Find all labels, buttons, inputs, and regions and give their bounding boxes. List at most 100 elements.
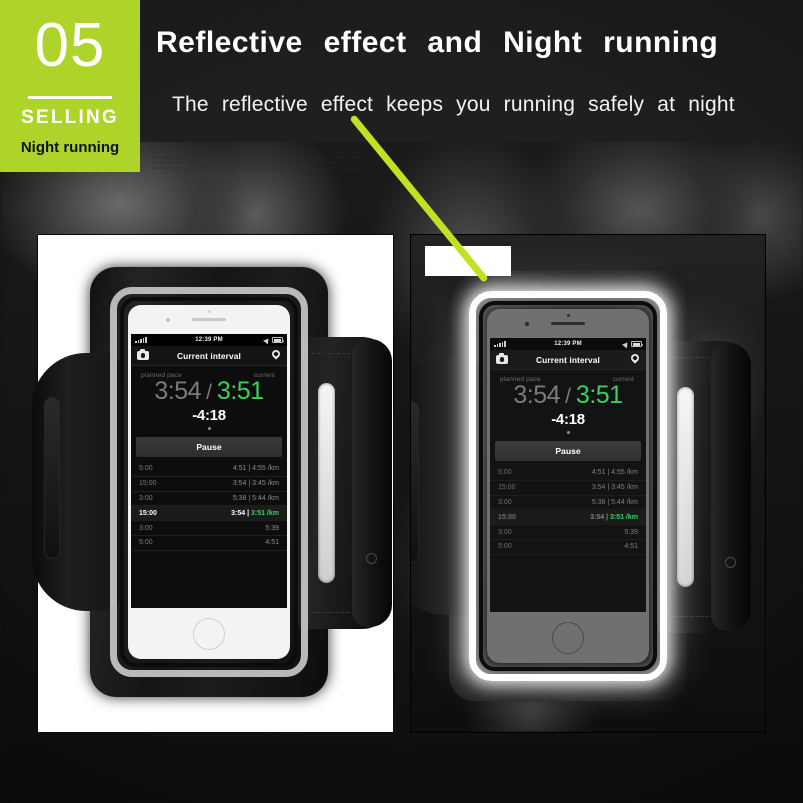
split-pace-current: 3:51 /km — [250, 509, 279, 517]
pace-separator: / — [565, 385, 571, 408]
battery-icon — [631, 341, 643, 347]
split-duration: 5:00 — [498, 543, 512, 551]
split-pace: 4:51 — [624, 543, 638, 551]
split-pace: 3:54 | 3:51 /km — [590, 513, 638, 521]
home-button-icon[interactable] — [552, 622, 584, 654]
split-row[interactable]: 3:00 5:38 | 5:44 /km — [131, 492, 287, 507]
split-duration: 15:00 — [139, 480, 157, 488]
split-row[interactable]: 5:00 4:51 | 4:55 /km — [131, 462, 287, 477]
split-duration: 15:00 — [139, 509, 157, 517]
map-pin-icon[interactable] — [629, 352, 641, 364]
split-duration: 3:00 — [139, 494, 153, 502]
split-duration: 3:00 — [498, 528, 512, 536]
splits-list: 5:00 4:51 | 4:55 /km 15:00 3:54 | 3:45 /km 3… — [490, 466, 646, 555]
badge-subtitle: Night running — [20, 139, 120, 156]
planned-pace-value: 3:54 — [154, 377, 202, 405]
front-camera-icon — [166, 318, 170, 322]
split-duration: 15:00 — [498, 484, 516, 492]
split-row[interactable]: 15:00 3:54 | 3:45 /km — [490, 481, 646, 496]
split-pace: 3:54 | 3:45 /km — [591, 484, 638, 492]
nav-title: Current interval — [536, 354, 600, 365]
pause-button[interactable]: Pause — [495, 441, 641, 461]
armband-rolled-edge — [711, 343, 751, 631]
split-row[interactable]: 3:00 5:39 — [131, 521, 287, 536]
armband-wing-slot — [44, 397, 60, 559]
earpiece-speaker — [192, 318, 226, 322]
camera-icon[interactable] — [137, 349, 149, 360]
page-indicator-dot[interactable] — [566, 431, 570, 434]
split-row[interactable]: 15:00 3:54 | 3:51 /km — [490, 510, 646, 526]
front-camera-icon — [525, 322, 529, 326]
split-pace: 5:38 | 5:44 /km — [591, 498, 638, 506]
status-bar-right — [621, 340, 643, 348]
pace-delta-value: -4:18 — [192, 407, 226, 424]
product-marketing-banner: the reflective material on the armband i… — [0, 0, 803, 803]
pace-delta-value: -4:18 — [551, 411, 585, 428]
phone-daylight: 12:39 PM Current interval planned pace c… — [128, 305, 290, 659]
pause-button[interactable]: Pause — [136, 437, 282, 457]
split-pace: 4:51 — [265, 539, 279, 547]
proximity-sensor-icon — [566, 314, 570, 317]
page-subtitle: The reflective effect keeps you running … — [172, 93, 735, 116]
split-duration: 5:00 — [498, 469, 512, 477]
armband-snap-button — [725, 557, 736, 568]
pace-block: planned pace current 3:54 / 3:51 -4:18 — [131, 366, 287, 432]
badge-divider — [28, 96, 112, 99]
split-row[interactable]: 15:00 3:54 | 3:45 /km — [131, 477, 287, 492]
app-nav-bar: Current interval — [131, 346, 287, 366]
pace-values: 3:54 / 3:51 — [139, 377, 279, 406]
split-pace: 3:54 | 3:45 /km — [232, 480, 279, 488]
split-row[interactable]: 3:00 5:38 | 5:44 /km — [490, 496, 646, 511]
fineprint-line-3: premium soft neoprene fabric is sweat pr… — [152, 166, 361, 171]
split-pace: 3:54 | 3:51 /km — [231, 509, 279, 517]
home-button-icon[interactable] — [193, 618, 225, 650]
page-indicator-dot[interactable] — [207, 427, 211, 430]
split-pace-current: 3:51 /km — [609, 513, 638, 521]
nav-title: Current interval — [177, 350, 241, 361]
earpiece-speaker — [551, 322, 585, 326]
pace-separator: / — [206, 381, 212, 404]
selling-point-badge: 05 SELLING Night running — [0, 0, 140, 172]
split-pace: 5:39 — [624, 528, 638, 536]
split-duration: 5:00 — [139, 539, 153, 547]
split-pace: 5:39 — [265, 524, 279, 532]
fineprint-block: the reflective material on the armband i… — [152, 155, 592, 179]
split-row[interactable]: 5:00 4:51 — [490, 540, 646, 555]
split-row[interactable]: 5:00 4:51 | 4:55 /km — [490, 466, 646, 481]
planned-pace-value: 3:54 — [513, 381, 561, 409]
split-duration: 15:00 — [498, 513, 516, 521]
armband-reflective-slot — [318, 383, 335, 583]
night-reflective-armband-panel: 12:39 PM Current interval planned pace c… — [410, 234, 766, 733]
armband-rolled-edge — [352, 339, 392, 627]
armband-reflective-slot — [677, 387, 694, 587]
proximity-sensor-icon — [207, 310, 211, 313]
split-row[interactable]: 3:00 5:39 — [490, 525, 646, 540]
status-bar-right — [262, 336, 284, 344]
badge-number: 05 — [34, 11, 106, 80]
status-bar: 12:39 PM — [131, 334, 287, 346]
armband-snap-button — [366, 553, 377, 564]
split-duration: 3:00 — [139, 524, 153, 532]
splits-list: 5:00 4:51 | 4:55 /km 15:00 3:54 | 3:45 /km 3… — [131, 462, 287, 551]
split-duration: 5:00 — [139, 465, 153, 473]
split-pace: 5:38 | 5:44 /km — [232, 494, 279, 502]
pace-values: 3:54 / 3:51 — [498, 381, 638, 410]
current-pace-value: 3:51 — [575, 381, 623, 409]
battery-icon — [272, 337, 284, 343]
split-row[interactable]: 5:00 4:51 — [131, 536, 287, 551]
phone-screen: 12:39 PM Current interval planned pace c… — [131, 334, 287, 608]
daylight-armband-panel: 12:39 PM Current interval planned pace c… — [32, 234, 394, 733]
armband-wing-slot — [411, 401, 419, 563]
split-duration: 3:00 — [498, 498, 512, 506]
split-pace: 4:51 | 4:55 /km — [591, 469, 638, 477]
split-pace: 4:51 | 4:55 /km — [232, 465, 279, 473]
phone-screen: 12:39 PM Current interval planned pace c… — [490, 338, 646, 612]
map-pin-icon[interactable] — [270, 348, 282, 360]
page-title: Reflective effect and Night running — [156, 26, 719, 59]
badge-selling-label: SELLING — [21, 107, 119, 128]
phone-night: 12:39 PM Current interval planned pace c… — [487, 309, 649, 663]
pace-block: planned pace current 3:54 / 3:51 -4:18 — [490, 370, 646, 436]
current-pace-value: 3:51 — [216, 377, 264, 405]
split-row[interactable]: 15:00 3:54 | 3:51 /km — [131, 506, 287, 522]
camera-icon[interactable] — [496, 353, 508, 364]
